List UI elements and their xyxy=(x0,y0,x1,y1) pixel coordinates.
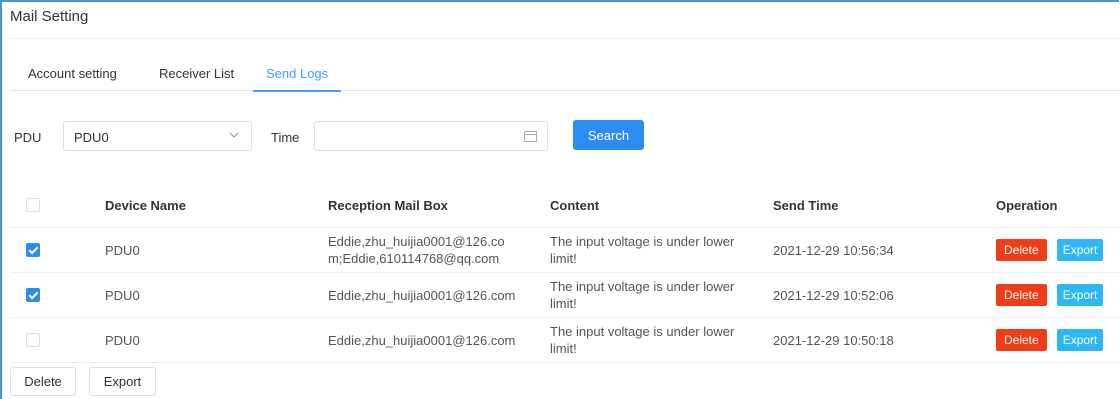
header-checkbox-cell xyxy=(26,183,46,227)
mailbox-cell: Eddie,zhu_huijia0001@126.co m;Eddie,6101… xyxy=(328,234,505,266)
device-name-cell: PDU0 xyxy=(105,332,140,348)
row-checkbox-cell xyxy=(26,318,46,362)
pdu-label: PDU xyxy=(14,130,42,145)
tab-send-logs[interactable]: Send Logs xyxy=(253,66,342,92)
row-checkbox[interactable] xyxy=(26,333,40,347)
operation-cell: Delete Export xyxy=(996,318,1120,362)
row-checkbox[interactable] xyxy=(26,243,40,257)
header-reception-mail-box: Reception Mail Box xyxy=(328,197,448,213)
calendar-icon xyxy=(524,131,537,142)
time-date-picker[interactable] xyxy=(314,121,548,151)
time-label: Time xyxy=(271,130,300,145)
mailbox-cell: Eddie,zhu_huijia0001@126.com xyxy=(328,332,516,348)
header-send-time: Send Time xyxy=(773,197,839,213)
bulk-delete-button[interactable]: Delete xyxy=(10,367,76,396)
table-header-row: Device Name Reception Mail Box Content S… xyxy=(10,183,1120,228)
content-cell: The input voltage is under lower limit! xyxy=(550,234,735,266)
export-button[interactable]: Export xyxy=(1056,329,1104,351)
page-title: Mail Setting xyxy=(10,8,89,25)
device-name-cell: PDU0 xyxy=(105,242,140,258)
title-bar: Mail Setting xyxy=(10,0,1120,39)
row-checkbox-cell xyxy=(26,228,46,272)
tab-bar: Account setting Receiver List Send Logs xyxy=(10,60,1120,92)
operation-cell: Delete Export xyxy=(996,273,1120,317)
export-button[interactable]: Export xyxy=(1056,284,1104,306)
select-all-checkbox[interactable] xyxy=(26,198,40,212)
pdu-select[interactable]: PDU0 xyxy=(63,121,252,151)
content-cell: The input voltage is under lower limit! xyxy=(550,324,735,356)
content-cell: The input voltage is under lower limit! xyxy=(550,279,735,311)
mailbox-cell: Eddie,zhu_huijia0001@126.com xyxy=(328,287,516,303)
delete-button[interactable]: Delete xyxy=(996,239,1047,261)
bulk-export-button[interactable]: Export xyxy=(89,367,156,396)
tab-account-setting[interactable]: Account setting xyxy=(28,66,117,90)
device-name-cell: PDU0 xyxy=(105,287,140,303)
pdu-select-value: PDU0 xyxy=(74,130,109,145)
row-checkbox-cell xyxy=(26,273,46,317)
send-time-cell: 2021-12-29 10:56:34 xyxy=(773,242,894,258)
header-content: Content xyxy=(550,197,600,213)
search-button[interactable]: Search xyxy=(573,120,644,150)
export-button[interactable]: Export xyxy=(1056,239,1104,261)
send-time-cell: 2021-12-29 10:52:06 xyxy=(773,287,894,303)
operation-cell: Delete Export xyxy=(996,228,1120,272)
header-device-name: Device Name xyxy=(105,197,186,213)
table-row: PDU0 Eddie,zhu_huijia0001@126.com The in… xyxy=(10,273,1120,318)
send-time-cell: 2021-12-29 10:50:18 xyxy=(773,332,894,348)
delete-button[interactable]: Delete xyxy=(996,329,1047,351)
chevron-down-icon xyxy=(229,132,239,138)
row-checkbox[interactable] xyxy=(26,288,40,302)
table-row: PDU0 Eddie,zhu_huijia0001@126.com The in… xyxy=(10,318,1120,363)
delete-button[interactable]: Delete xyxy=(996,284,1047,306)
send-logs-table: Device Name Reception Mail Box Content S… xyxy=(10,183,1120,363)
filter-bar: PDU PDU0 Time Search xyxy=(0,120,1120,153)
table-row: PDU0 Eddie,zhu_huijia0001@126.co m;Eddie… xyxy=(10,228,1120,273)
tab-receiver-list[interactable]: Receiver List xyxy=(159,66,234,90)
header-operation: Operation xyxy=(996,197,1058,213)
